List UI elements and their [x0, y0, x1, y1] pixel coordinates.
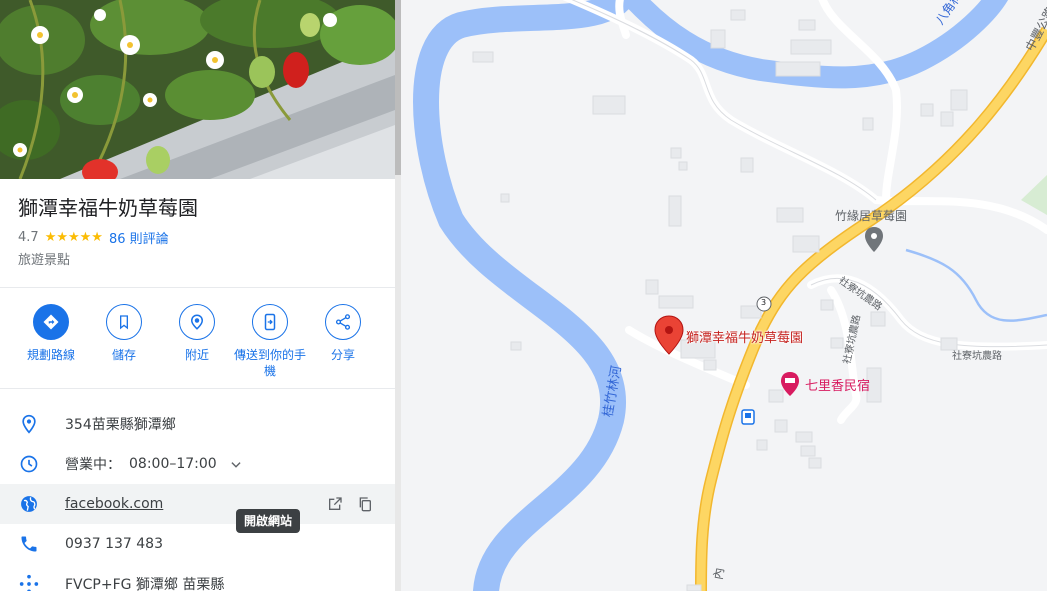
place-panel: 獅潭幸福牛奶草莓園 4.7 ★★★★★ 86 則評論 旅遊景點 規劃路線 儲存 … — [0, 0, 395, 591]
nearby-button[interactable]: 附近 — [160, 304, 234, 363]
share-button[interactable]: 分享 — [306, 304, 380, 363]
phone-icon — [18, 533, 40, 555]
hours-text: 08:00–17:00 — [129, 456, 217, 472]
directions-icon — [33, 304, 69, 340]
send-to-phone-button[interactable]: 傳送到你的手機 — [233, 304, 307, 379]
clock-icon — [18, 453, 40, 475]
place-title: 獅潭幸福牛奶草莓園 — [18, 196, 198, 220]
directions-button[interactable]: 規劃路線 — [14, 304, 88, 363]
plus-code-row[interactable]: FVCP+FG 獅潭鄉 苗栗縣 — [0, 564, 395, 591]
poi-label-bamboo[interactable]: 竹緣居草莓園 — [835, 207, 907, 224]
rating-value: 4.7 — [18, 229, 39, 245]
open-in-new-icon[interactable] — [327, 496, 343, 516]
website-link[interactable]: facebook.com — [65, 496, 163, 512]
nearby-label: 附近 — [184, 348, 209, 362]
share-label: 分享 — [330, 348, 355, 362]
website-row[interactable]: facebook.com — [0, 484, 395, 524]
rating-row: 4.7 ★★★★★ 86 則評論 — [18, 228, 388, 247]
share-icon — [325, 304, 361, 340]
open-website-tooltip: 開啟網站 — [236, 509, 301, 533]
plus-code-icon — [18, 573, 40, 591]
address-row[interactable]: 354苗栗縣獅潭鄉 — [0, 404, 395, 444]
place-photo[interactable] — [0, 0, 395, 179]
hours-row[interactable]: 營業中： 08:00–17:00 — [0, 444, 395, 484]
river-guizhulin — [413, 0, 636, 591]
stream — [905, 248, 1047, 322]
save-label: 儲存 — [111, 348, 136, 362]
map-pin-label[interactable]: 獅潭幸福牛奶草莓園 — [686, 327, 803, 346]
location-pin-icon — [18, 413, 40, 435]
bookmark-icon — [106, 304, 142, 340]
place-header: 獅潭幸福牛奶草莓園 4.7 ★★★★★ 86 則評論 旅遊景點 — [18, 194, 388, 268]
poi-label-hotel[interactable]: 七里香民宿 — [805, 375, 870, 394]
address-text: 354苗栗縣獅潭鄉 — [65, 417, 176, 433]
nearby-icon — [179, 304, 215, 340]
phone-row[interactable]: 0937 137 483 — [0, 524, 395, 564]
map-graphics — [413, 0, 1047, 591]
copy-icon[interactable] — [357, 496, 373, 516]
plus-code-text: FVCP+FG 獅潭鄉 苗栗縣 — [65, 577, 225, 591]
phone-text: 0937 137 483 — [65, 536, 163, 552]
send-to-phone-icon — [252, 304, 288, 340]
place-category[interactable]: 旅遊景點 — [18, 249, 388, 268]
save-button[interactable]: 儲存 — [87, 304, 161, 363]
road-label-3: 社寮坑農路 — [952, 351, 1002, 362]
route-number: 3 — [761, 298, 767, 307]
map-canvas[interactable]: 獅潭幸福牛奶草莓園 竹緣居草莓園 七里香民宿 八角林河 桂竹林河 社寮坑農路 社… — [401, 0, 1047, 591]
divider — [0, 388, 395, 389]
directions-label: 規劃路線 — [26, 348, 75, 362]
globe-icon — [18, 493, 40, 515]
divider — [0, 287, 395, 288]
hours-status: 營業中： — [65, 457, 121, 473]
action-bar: 規劃路線 儲存 附近 傳送到你的手機 分享 — [14, 304, 384, 384]
send-to-phone-label: 傳送到你的手機 — [233, 348, 306, 378]
star-rating-icon: ★★★★★ — [44, 229, 103, 245]
reviews-link[interactable]: 86 則評論 — [109, 228, 169, 247]
chevron-down-icon[interactable] — [229, 457, 243, 476]
